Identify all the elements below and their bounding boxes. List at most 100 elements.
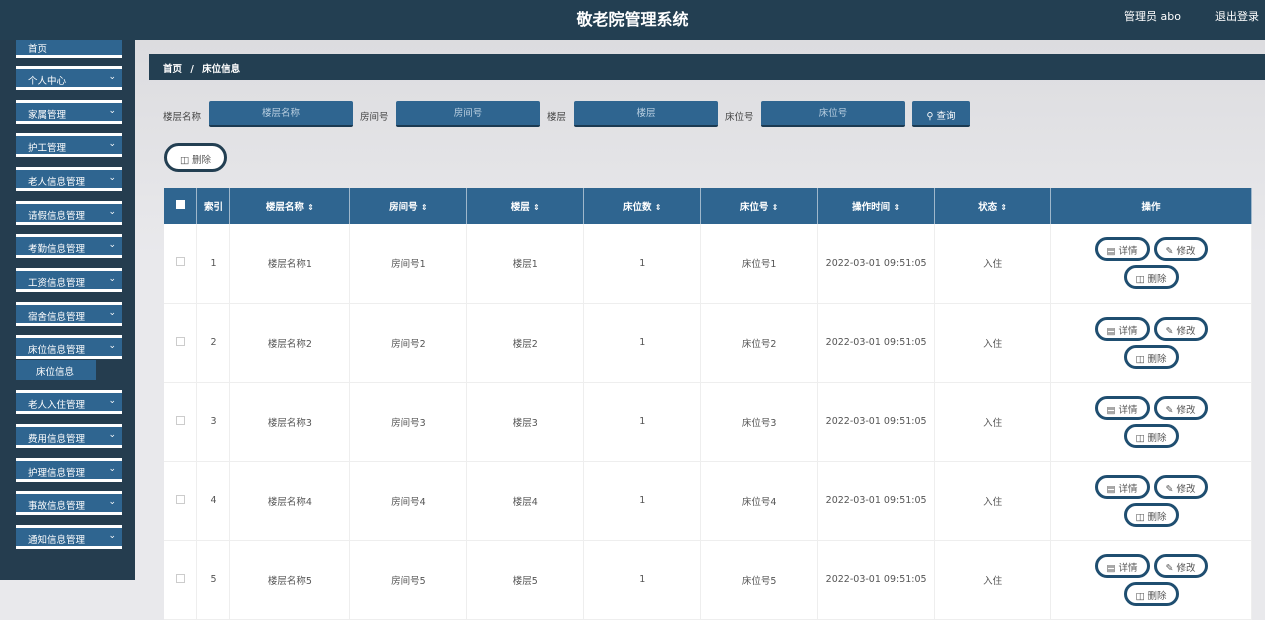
delete-button[interactable]: ◫ 删除 — [1123, 502, 1179, 527]
column-header-3[interactable]: 楼层 ⇕ — [466, 188, 585, 224]
sidebar-item-2[interactable]: 家属管理 ⌄ — [16, 100, 122, 124]
floor-name-input[interactable] — [209, 101, 353, 127]
floor-input[interactable] — [574, 101, 718, 127]
sidebar-item-0[interactable]: 首页 — [16, 40, 122, 58]
sidebar-item-1[interactable]: 个人中心 ⌄ — [16, 66, 122, 90]
sidebar-item-13[interactable]: 事故信息管理 ⌄ — [16, 491, 122, 515]
column-header-2[interactable]: 房间号 ⇕ — [349, 188, 468, 224]
batch-delete-button[interactable]: ◫ 删除 — [164, 143, 227, 172]
document-icon: ▤ — [1106, 325, 1119, 337]
edit-label: 修改 — [1176, 325, 1196, 337]
sidebar-item-8[interactable]: 宿舍信息管理 ⌄ — [16, 302, 122, 326]
sidebar-item-label: 个人中心 — [28, 76, 67, 87]
column-header-0[interactable]: 索引 — [196, 188, 231, 224]
select-all-checkbox[interactable] — [175, 200, 185, 209]
row-checkbox[interactable] — [175, 573, 185, 583]
sort-icon[interactable]: ⇕ — [655, 203, 662, 212]
edit-button[interactable]: ✎ 修改 — [1153, 237, 1208, 262]
sort-icon[interactable]: ⇕ — [1000, 203, 1007, 212]
row-select-cell[interactable] — [164, 382, 198, 462]
sidebar-item-label: 事故信息管理 — [28, 501, 86, 512]
bed-input[interactable] — [761, 101, 905, 127]
delete-label: 删除 — [1147, 432, 1167, 444]
sort-icon[interactable]: ⇕ — [772, 203, 779, 212]
sidebar-item-label: 请假信息管理 — [28, 211, 86, 222]
column-header-6[interactable]: 操作时间 ⇕ — [817, 188, 936, 224]
row-select-cell[interactable] — [164, 461, 198, 541]
sidebar-item-10[interactable]: 老人入住管理 ⌄ — [16, 390, 122, 414]
detail-button[interactable]: ▤ 详情 — [1094, 316, 1150, 341]
row-select-cell[interactable] — [164, 303, 198, 383]
column-header-1[interactable]: 楼层名称 ⇕ — [229, 188, 351, 224]
table-cell: 1 — [196, 224, 231, 304]
sidebar-item-12[interactable]: 护理信息管理 ⌄ — [16, 458, 122, 482]
trash-icon: ◫ — [1135, 274, 1148, 286]
actions-cell: ▤ 详情 ✎ 修改 ◫ 删除 — [1050, 461, 1252, 541]
row-checkbox[interactable] — [175, 415, 185, 425]
detail-label: 详情 — [1118, 483, 1138, 495]
column-header-label: 楼层 — [510, 202, 530, 213]
chevron-down-icon: ⌄ — [108, 531, 116, 541]
detail-button[interactable]: ▤ 详情 — [1094, 474, 1150, 499]
row-checkbox[interactable] — [175, 336, 185, 346]
column-header-4[interactable]: 床位数 ⇕ — [583, 188, 702, 224]
sidebar-item-label: 费用信息管理 — [28, 434, 86, 445]
current-user[interactable]: 管理员 abo — [1124, 8, 1181, 24]
row-select-cell[interactable] — [164, 224, 198, 304]
sort-icon[interactable]: ⇕ — [893, 203, 900, 212]
detail-button[interactable]: ▤ 详情 — [1094, 395, 1150, 420]
query-button[interactable]: ⚲ 查询 — [912, 101, 970, 127]
actions-cell: ▤ 详情 ✎ 修改 ◫ 删除 — [1050, 382, 1252, 462]
document-icon: ▤ — [1106, 246, 1119, 258]
detail-button[interactable]: ▤ 详情 — [1094, 237, 1150, 262]
sort-icon[interactable]: ⇕ — [307, 203, 314, 212]
sidebar-subitem-bed-info[interactable]: 床位信息 — [16, 360, 96, 380]
column-header-7[interactable]: 状态 ⇕ — [934, 188, 1052, 224]
delete-button[interactable]: ◫ 删除 — [1123, 344, 1179, 369]
pencil-icon: ✎ — [1165, 483, 1177, 495]
sidebar-item-6[interactable]: 考勤信息管理 ⌄ — [16, 234, 122, 258]
column-header-label: 床位数 — [622, 202, 652, 213]
edit-button[interactable]: ✎ 修改 — [1153, 474, 1208, 499]
column-header-5[interactable]: 床位号 ⇕ — [700, 188, 819, 224]
query-label: 查询 — [936, 111, 956, 122]
table-cell: 楼层2 — [466, 303, 585, 383]
table-cell: 房间号1 — [349, 224, 468, 304]
breadcrumb-home[interactable]: 首页 — [163, 64, 182, 75]
table-cell: 1 — [583, 382, 702, 462]
sidebar-item-14[interactable]: 通知信息管理 ⌄ — [16, 525, 122, 549]
trash-icon: ◫ — [179, 155, 192, 166]
detail-button[interactable]: ▤ 详情 — [1094, 553, 1150, 578]
sort-icon[interactable]: ⇕ — [421, 203, 428, 212]
logout-link[interactable]: 退出登录 — [1215, 8, 1259, 24]
sidebar-item-5[interactable]: 请假信息管理 ⌄ — [16, 201, 122, 225]
sidebar-item-11[interactable]: 费用信息管理 ⌄ — [16, 424, 122, 448]
row-checkbox[interactable] — [175, 494, 185, 504]
chevron-down-icon: ⌄ — [108, 497, 116, 507]
trash-icon: ◫ — [1135, 432, 1148, 444]
column-header-8[interactable]: 操作 — [1050, 188, 1252, 224]
floor-name-label: 楼层名称 — [163, 112, 202, 123]
edit-button[interactable]: ✎ 修改 — [1153, 395, 1208, 420]
column-header-label: 房间号 — [389, 202, 418, 213]
sidebar-item-3[interactable]: 护工管理 ⌄ — [16, 133, 122, 157]
room-input[interactable] — [396, 101, 540, 127]
delete-button[interactable]: ◫ 删除 — [1123, 581, 1179, 606]
delete-button[interactable]: ◫ 删除 — [1123, 423, 1179, 448]
select-all-header[interactable] — [164, 188, 198, 224]
edit-button[interactable]: ✎ 修改 — [1153, 553, 1208, 578]
sort-icon[interactable]: ⇕ — [533, 203, 540, 212]
edit-button[interactable]: ✎ 修改 — [1153, 316, 1208, 341]
sidebar-item-7[interactable]: 工资信息管理 ⌄ — [16, 268, 122, 292]
table-cell: 2022-03-01 09:51:05 — [817, 303, 936, 383]
table-cell: 2022-03-01 09:51:05 — [817, 224, 936, 304]
sidebar-item-label: 床位信息管理 — [28, 345, 86, 356]
column-header-label: 楼层名称 — [265, 202, 304, 213]
sidebar-item-4[interactable]: 老人信息管理 ⌄ — [16, 167, 122, 191]
table-cell: 3 — [196, 382, 231, 462]
bed-label: 床位号 — [725, 112, 754, 123]
app-title: 敬老院管理系统 — [576, 10, 689, 29]
sidebar-item-9[interactable]: 床位信息管理 ⌄ — [16, 335, 122, 359]
delete-button[interactable]: ◫ 删除 — [1123, 265, 1179, 290]
row-checkbox[interactable] — [175, 257, 185, 267]
